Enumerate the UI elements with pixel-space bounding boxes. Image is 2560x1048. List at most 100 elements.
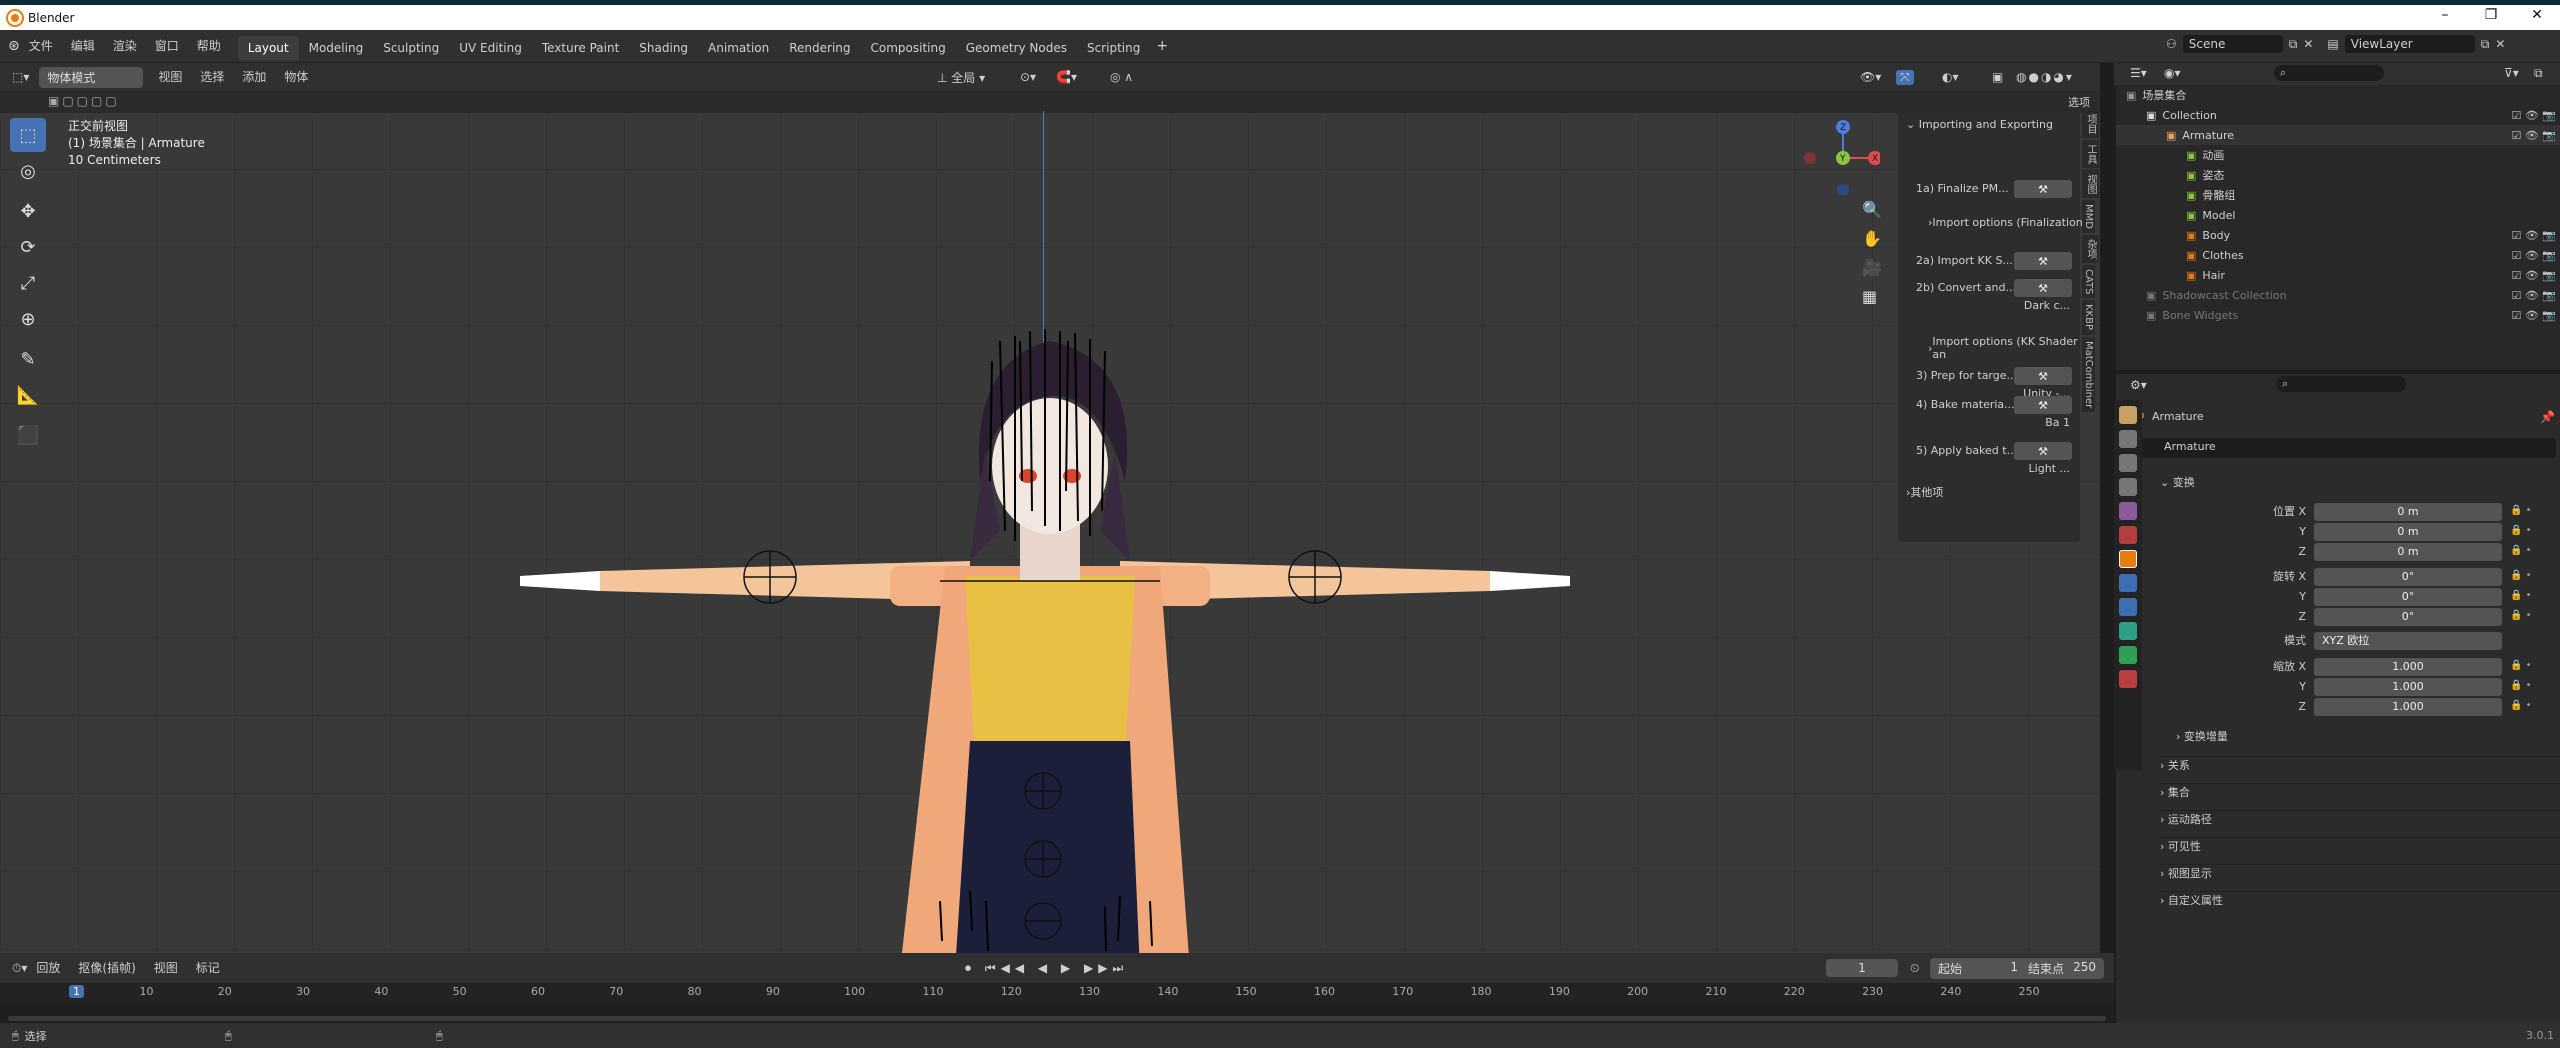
panel-action-button[interactable]: ⚒ (2014, 180, 2072, 198)
delete-scene-icon[interactable]: ✕ (2303, 37, 2313, 51)
properties-section[interactable]: › 可见性 (2160, 837, 2560, 856)
measure-icon[interactable]: 📐 (10, 378, 46, 412)
rotation-mode-select[interactable]: XYZ 欧拉 (2314, 632, 2502, 650)
tab-workspace[interactable]: Animation (698, 36, 779, 60)
rotate-icon[interactable]: ⟳ (10, 230, 46, 264)
menu-item[interactable]: 文件 (20, 30, 62, 63)
overlay-icon[interactable]: ◐▾ (1942, 70, 1959, 84)
xray-icon[interactable]: ▣ (1992, 70, 2003, 84)
panel-row-dropdown[interactable]: Ba 1 (2045, 416, 2070, 429)
tab-workspace[interactable]: Scripting (1077, 36, 1150, 60)
visibility-icon[interactable]: ☑ 👁 📷 (2511, 269, 2556, 282)
delta-transform-section[interactable]: › 变换增量 (2176, 728, 2228, 746)
scene-icon[interactable]: ⚇ (2166, 37, 2177, 51)
gizmo-toggle-icon[interactable]: ⤧ (1896, 69, 1914, 85)
render-tab-icon[interactable] (2119, 430, 2137, 448)
location-field[interactable]: 0 m (2314, 523, 2502, 541)
snap-icon[interactable]: 🧲▾ (1056, 70, 1077, 84)
properties-section[interactable]: › 视图显示 (2160, 864, 2560, 883)
location-field[interactable]: 0 m (2314, 503, 2502, 521)
select-mode-icons[interactable]: ▣▢▢▢▢ (48, 94, 120, 108)
visibility-icon[interactable]: ☑ 👁 📷 (2511, 249, 2556, 262)
rotation-field[interactable]: 0° (2314, 568, 2502, 586)
panel-row[interactable]: › Import options (Finalization) (1928, 216, 2088, 229)
particles-tab-icon[interactable] (2119, 598, 2137, 616)
annotate-icon[interactable]: ✎ (10, 342, 46, 376)
tab-workspace[interactable]: Rendering (779, 36, 860, 60)
move-icon[interactable]: ✥ (10, 194, 46, 228)
outliner-row[interactable]: ▣ 动画 (2116, 145, 2560, 165)
clock-icon[interactable]: ⏲ (1910, 961, 1919, 976)
properties-search[interactable]: ⌕ (2276, 376, 2406, 392)
editor-type-icon[interactable]: ⬚▾ (12, 70, 29, 84)
tab-workspace[interactable]: Sculpting (373, 36, 449, 60)
scene-field[interactable]: Scene (2182, 35, 2283, 53)
tab-workspace[interactable]: Geometry Nodes (956, 36, 1077, 60)
visibility-icon[interactable]: ☑ 👁 📷 (2511, 109, 2556, 122)
new-scene-icon[interactable]: ⧉ (2289, 37, 2298, 52)
properties-section[interactable]: › 自定义属性 (2160, 891, 2560, 910)
panel-row[interactable]: › 其他项 (1906, 484, 2066, 500)
lock-icon[interactable]: 🔒 • (2510, 660, 2532, 671)
data-tab-icon[interactable] (2119, 646, 2137, 664)
add-cube-icon[interactable]: ⬛ (10, 418, 46, 452)
outliner-row[interactable]: ▣ Armature ☑ 👁 📷 (2116, 125, 2560, 145)
view-layer-tab-icon[interactable] (2119, 478, 2137, 496)
outliner-row[interactable]: ▣ Hair ☑ 👁 📷 (2116, 265, 2560, 285)
panel-action-button[interactable]: ⚒ (2014, 442, 2072, 460)
data-name-field[interactable]: Armature (2136, 438, 2556, 458)
panel-row-dropdown[interactable]: Light ... (2029, 462, 2070, 475)
menu-item[interactable]: 编辑 (62, 30, 104, 63)
viewport-menu-item[interactable]: 物体 (275, 61, 317, 94)
modifier-tab-icon[interactable] (2119, 574, 2137, 592)
panel-action-button[interactable]: ⚒ (2014, 367, 2072, 385)
menu-item[interactable]: 渲染 (104, 30, 146, 63)
mode-select[interactable]: 物体模式 (39, 66, 144, 88)
scale-field[interactable]: 1.000 (2314, 658, 2502, 676)
pivot-icon[interactable]: ⊙▾ (1020, 70, 1036, 84)
outliner-row[interactable]: ▣ 场景集合 (2116, 85, 2560, 105)
add-workspace-icon[interactable]: + (1156, 38, 1168, 54)
texture-tab-icon[interactable] (2119, 670, 2137, 688)
timeline-menu-item[interactable]: 抠像(插帧) (69, 952, 144, 985)
transform-section[interactable]: ⌄ 变换 (2160, 474, 2195, 492)
outliner-row[interactable]: ▣ Collection ☑ 👁 📷 (2116, 105, 2560, 125)
lock-icon[interactable]: 🔒 • (2510, 680, 2532, 691)
delete-viewlayer-icon[interactable]: ✕ (2495, 37, 2505, 51)
properties-section[interactable]: › 运动路径 (2160, 810, 2560, 829)
lock-icon[interactable]: 🔒 • (2510, 545, 2532, 556)
viewport-menu-item[interactable]: 选择 (191, 61, 233, 94)
minimize-icon[interactable]: – (2422, 5, 2468, 30)
panel-action-button[interactable]: ⚒ (2014, 279, 2072, 297)
pin-icon[interactable]: 📌 (2540, 410, 2555, 424)
tab-workspace[interactable]: Shading (629, 36, 698, 60)
playback-controls[interactable]: ⏺ ⏮◀◀ ◀ ▶ ▶▶⏭ (965, 961, 1128, 976)
panel-row-dropdown[interactable]: Dark c... (2024, 299, 2070, 312)
display-mode-icon[interactable]: ◉▾ (2164, 66, 2181, 80)
tab-workspace[interactable]: Compositing (861, 36, 956, 60)
outliner-search[interactable]: ⌕ (2274, 65, 2384, 81)
properties-section[interactable]: › 集合 (2160, 783, 2560, 802)
sidebar-tab[interactable]: 视图 (2082, 170, 2099, 198)
lock-icon[interactable]: 🔒 • (2510, 590, 2532, 601)
viewlayer-field[interactable]: ViewLayer (2344, 35, 2475, 53)
timeline-editor-icon[interactable]: ⏱▾ (12, 961, 27, 976)
timeline-menu-item[interactable]: 标记 (187, 952, 229, 985)
maximize-icon[interactable]: ❐ (2468, 5, 2514, 30)
tab-workspace[interactable]: Modeling (299, 36, 374, 60)
visibility-icon[interactable]: ☑ 👁 📷 (2511, 289, 2556, 302)
scale-icon[interactable]: ⤢ (10, 266, 46, 300)
options-dropdown[interactable]: 选项 (2068, 94, 2090, 110)
rotation-field[interactable]: 0° (2314, 588, 2502, 606)
sidebar-tab[interactable]: 项目 (2082, 110, 2099, 138)
sidebar-tab[interactable]: 工具 (2082, 140, 2099, 168)
outliner-row[interactable]: ▣ Bone Widgets ☑ 👁 📷 (2116, 305, 2560, 325)
object-tab-icon[interactable] (2119, 550, 2137, 568)
new-viewlayer-icon[interactable]: ⧉ (2481, 37, 2490, 52)
3d-viewport[interactable]: ▣▢▢▢▢ 选项 (0, 91, 2100, 953)
timeline-scrollbar[interactable] (8, 1016, 2106, 1021)
lock-icon[interactable]: 🔒 • (2510, 700, 2532, 711)
timeline-ruler[interactable]: 1 10 20 30 40 50 60 70 80 90 100 110 120 130 140 150 160… (0, 983, 2114, 1001)
close-icon[interactable]: ✕ (2514, 5, 2560, 30)
navigation-gizmo[interactable]: Z X Y (1800, 115, 1880, 195)
